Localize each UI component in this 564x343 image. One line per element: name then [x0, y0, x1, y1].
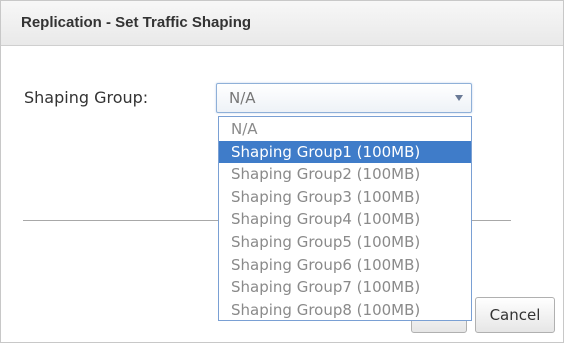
dropdown-option-shaping-group-5[interactable]: Shaping Group5 (100MB)	[219, 231, 471, 254]
dropdown-option-shaping-group-2[interactable]: Shaping Group2 (100MB)	[219, 163, 471, 186]
traffic-shaping-dialog: Replication - Set Traffic Shaping Shapin…	[0, 0, 564, 343]
dropdown-option-shaping-group-7[interactable]: Shaping Group7 (100MB)	[219, 276, 471, 299]
dropdown-option-shaping-group-8[interactable]: Shaping Group8 (100MB)	[219, 299, 471, 322]
dropdown-option-shaping-group-4[interactable]: Shaping Group4 (100MB)	[219, 208, 471, 231]
dropdown-option-shaping-group-3[interactable]: Shaping Group3 (100MB)	[219, 186, 471, 209]
chevron-down-icon[interactable]	[455, 95, 463, 101]
dropdown-option-shaping-group-6[interactable]: Shaping Group6 (100MB)	[219, 254, 471, 277]
shaping-group-label: Shaping Group:	[24, 88, 149, 107]
shaping-group-dropdown-list: N/A Shaping Group1 (100MB) Shaping Group…	[218, 116, 472, 321]
dropdown-option-na[interactable]: N/A	[219, 118, 471, 141]
dialog-title: Replication - Set Traffic Shaping	[21, 14, 252, 31]
dropdown-option-shaping-group-1[interactable]: Shaping Group1 (100MB)	[219, 140, 471, 164]
cancel-button[interactable]: Cancel	[475, 297, 555, 333]
shaping-group-select[interactable]: N/A	[216, 83, 472, 113]
dialog-title-bar: Replication - Set Traffic Shaping	[1, 1, 563, 46]
shaping-group-selected-value: N/A	[229, 89, 256, 107]
